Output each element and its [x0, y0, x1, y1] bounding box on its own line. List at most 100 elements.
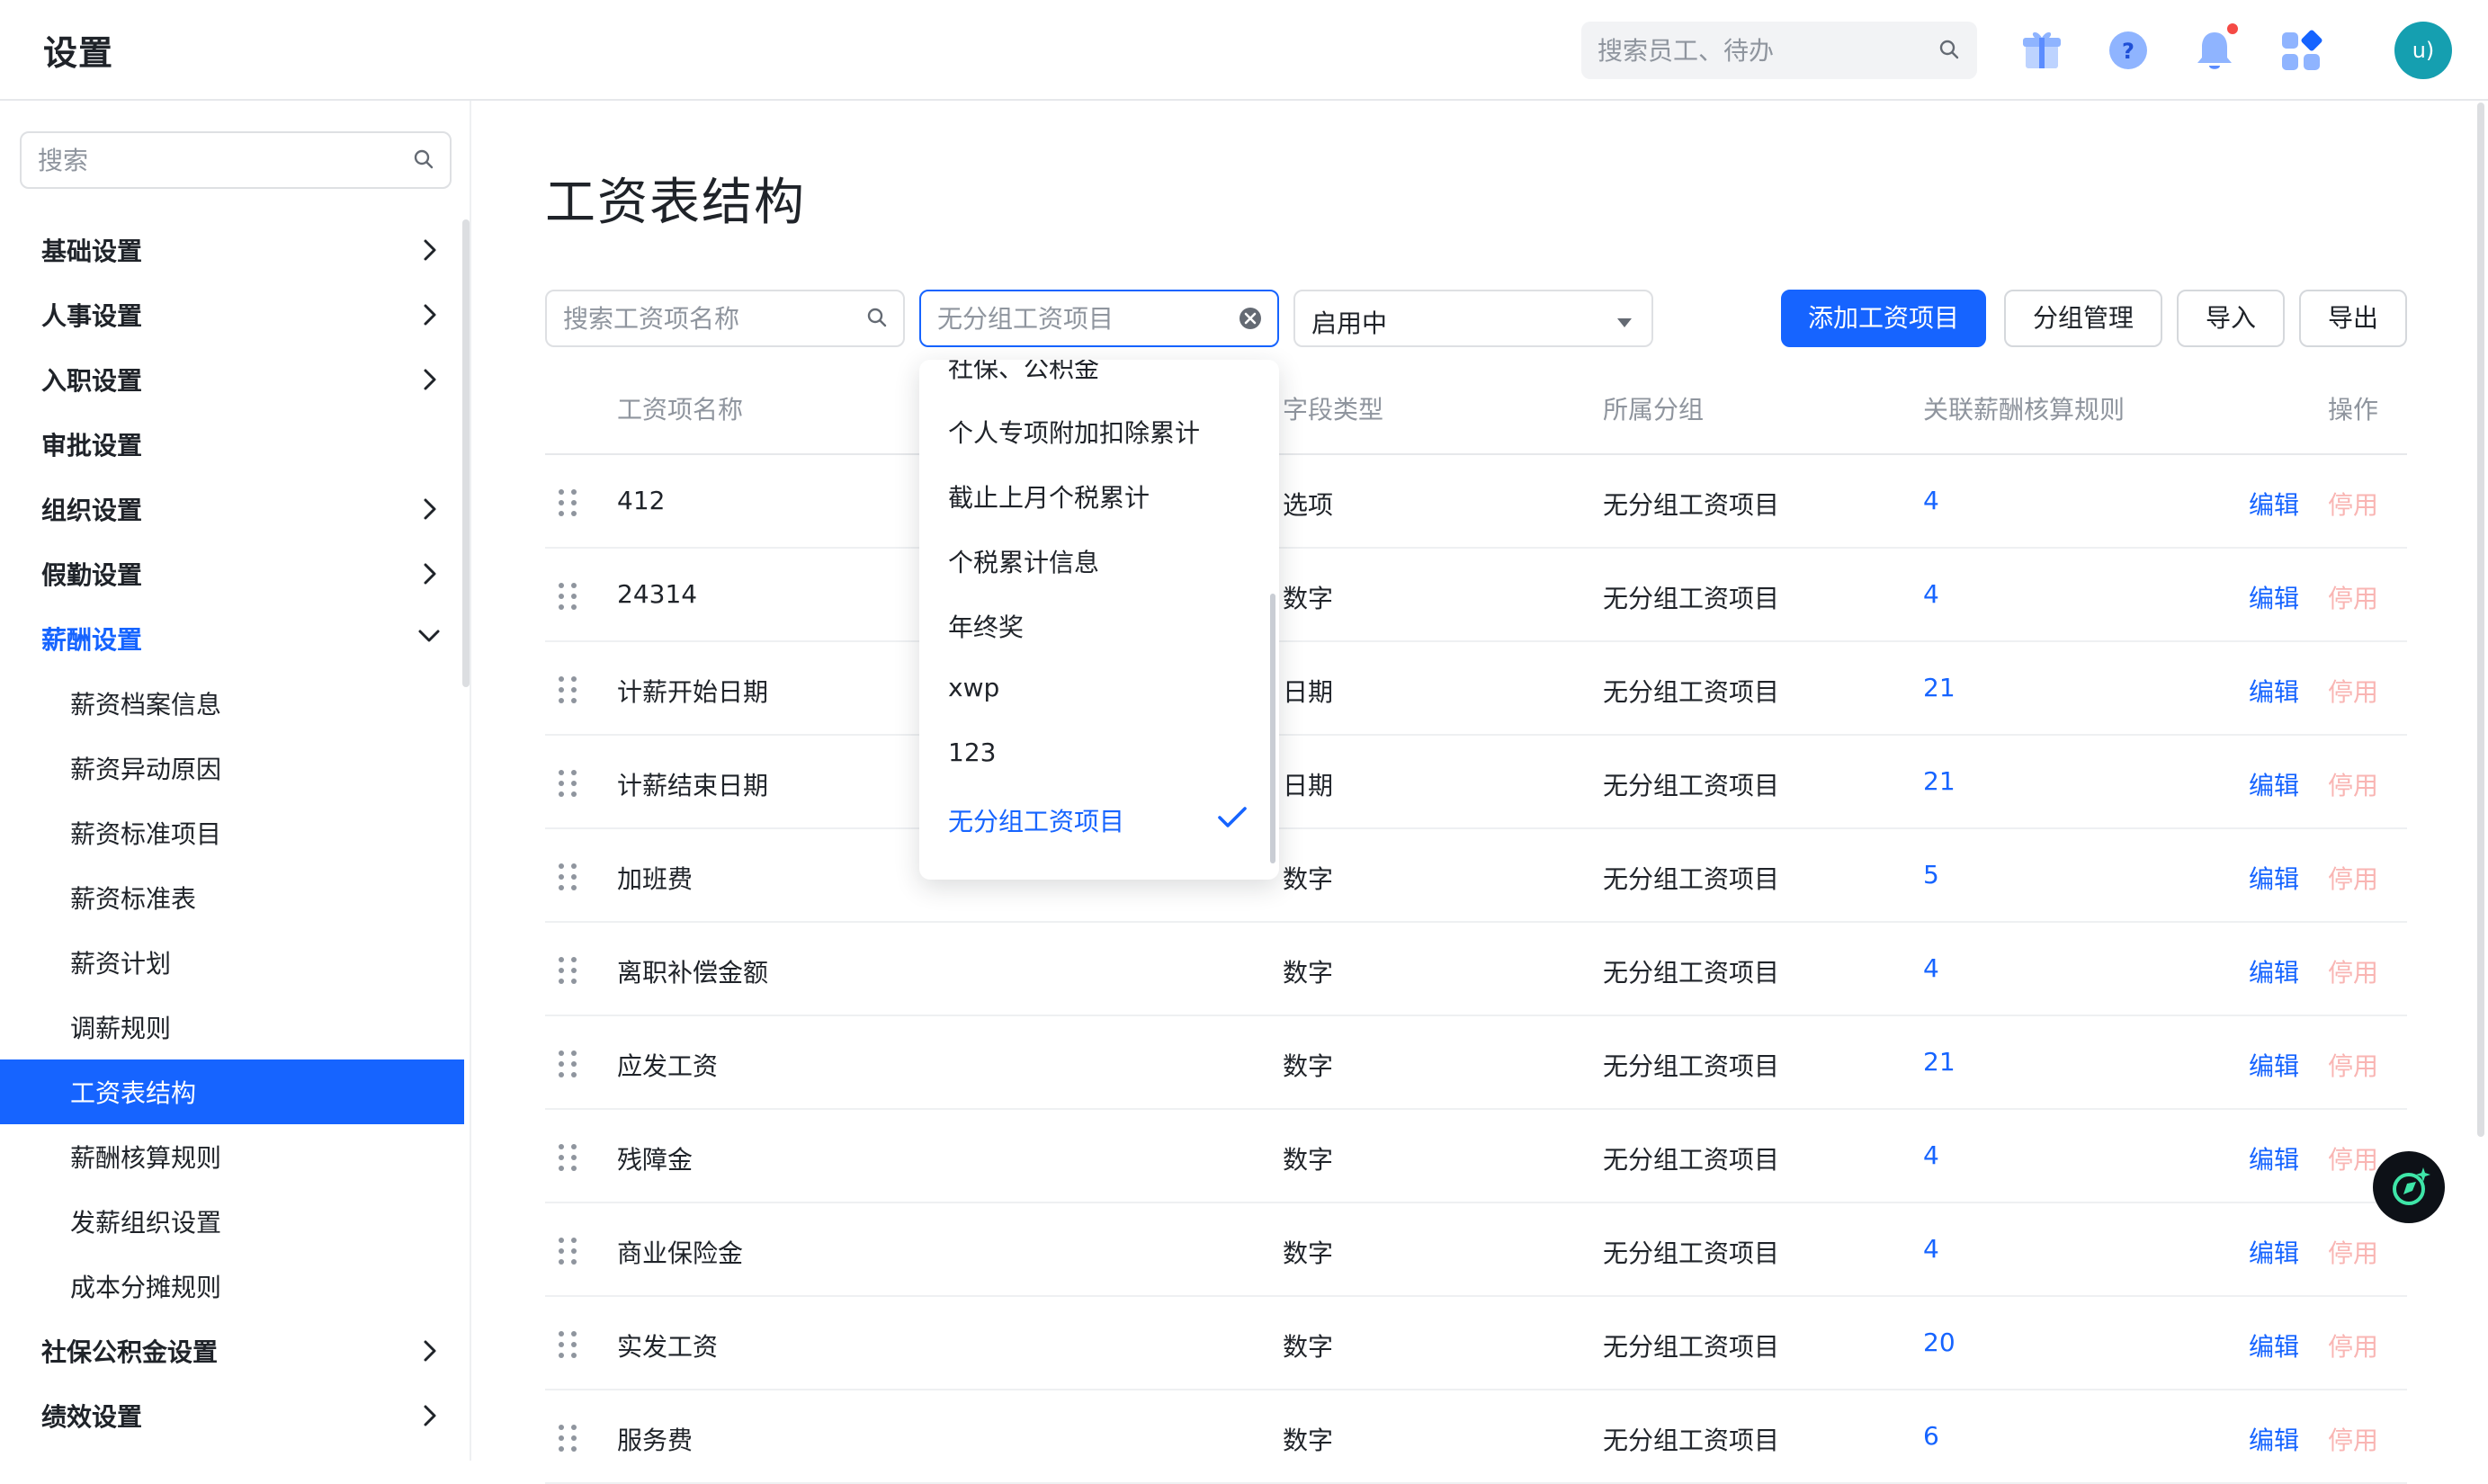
disable-link[interactable]: 停用	[2328, 1328, 2378, 1363]
dropdown-option[interactable]: 年终奖	[919, 592, 1279, 657]
column-header-rules: 关联薪酬核算规则	[1923, 395, 2126, 425]
cell-linked-rules[interactable]: 4	[1923, 486, 1939, 515]
sidebar-item-performance[interactable]: 绩效设置	[0, 1383, 464, 1448]
edit-link[interactable]: 编辑	[2249, 673, 2299, 709]
cell-item-name: 24314	[617, 579, 698, 609]
disable-link[interactable]: 停用	[2328, 860, 2378, 896]
sidebar-item-approval[interactable]: 审批设置	[0, 412, 464, 477]
export-button[interactable]: 导出	[2299, 290, 2407, 347]
global-search[interactable]	[1581, 22, 1977, 79]
global-search-input[interactable]	[1581, 22, 1977, 79]
sidebar-item-onboarding[interactable]: 入职设置	[0, 347, 464, 412]
disable-link[interactable]: 停用	[2328, 1421, 2378, 1457]
sidebar: 基础设置 人事设置 入职设置 审批设置 组织设置 假勤设置 薪酬设置 薪资档案信…	[0, 101, 471, 1461]
sidebar-subitem-cost-allocation[interactable]: 成本分摊规则	[0, 1254, 464, 1319]
dropdown-scrollbar[interactable]	[1270, 594, 1275, 863]
sidebar-subitem-standard-items[interactable]: 薪资标准项目	[0, 800, 464, 865]
dropdown-option-label: 123	[948, 738, 997, 767]
drag-handle-icon[interactable]	[554, 1423, 581, 1457]
sidebar-item-social-security[interactable]: 社保公积金设置	[0, 1319, 464, 1383]
cell-linked-rules[interactable]: 4	[1923, 1140, 1939, 1170]
sidebar-search-input[interactable]	[22, 133, 450, 187]
sidebar-item-leave[interactable]: 假勤设置	[0, 541, 464, 606]
disable-link[interactable]: 停用	[2328, 766, 2378, 802]
avatar[interactable]: u)	[2394, 22, 2452, 79]
import-button[interactable]: 导入	[2177, 290, 2285, 347]
edit-link[interactable]: 编辑	[2249, 860, 2299, 896]
dropdown-option[interactable]: 个人专项附加扣除累计	[919, 398, 1279, 462]
drag-handle-icon[interactable]	[554, 487, 581, 522]
main-scrollbar[interactable]	[2477, 103, 2484, 1137]
edit-link[interactable]: 编辑	[2249, 579, 2299, 615]
disable-link[interactable]: 停用	[2328, 673, 2378, 709]
cell-linked-rules[interactable]: 4	[1923, 953, 1939, 983]
sidebar-subitem-salary-profile[interactable]: 薪资档案信息	[0, 671, 464, 736]
cell-field-type: 数字	[1283, 1332, 1334, 1362]
drag-handle-icon[interactable]	[554, 862, 581, 896]
gift-icon[interactable]	[2020, 27, 2063, 74]
edit-link[interactable]: 编辑	[2249, 486, 2299, 522]
cell-linked-rules[interactable]: 21	[1923, 1047, 1955, 1077]
cell-linked-rules[interactable]: 4	[1923, 1234, 1939, 1264]
sidebar-subitem-calc-rules[interactable]: 薪酬核算规则	[0, 1124, 464, 1189]
edit-link[interactable]: 编辑	[2249, 1047, 2299, 1083]
sidebar-item-compensation[interactable]: 薪酬设置	[0, 606, 464, 671]
add-item-button[interactable]: 添加工资项目	[1781, 290, 1986, 347]
cell-linked-rules[interactable]: 21	[1923, 673, 1955, 702]
disable-link[interactable]: 停用	[2328, 579, 2378, 615]
dropdown-option[interactable]: 截止上月个税累计	[919, 462, 1279, 527]
dropdown-option-selected[interactable]: 无分组工资项目	[919, 786, 1279, 851]
drag-handle-icon[interactable]	[554, 768, 581, 802]
group-manage-button[interactable]: 分组管理	[2004, 290, 2162, 347]
sidebar-subitem-salary-plan[interactable]: 薪资计划	[0, 930, 464, 995]
sidebar-item-basic[interactable]: 基础设置	[0, 218, 464, 282]
cell-group: 无分组工资项目	[1603, 1332, 1780, 1362]
disable-link[interactable]: 停用	[2328, 953, 2378, 989]
help-icon[interactable]: ?	[2107, 27, 2150, 74]
drag-handle-icon[interactable]	[554, 1142, 581, 1176]
disable-link[interactable]: 停用	[2328, 486, 2378, 522]
group-select[interactable]	[919, 290, 1279, 347]
disable-link[interactable]: 停用	[2328, 1047, 2378, 1083]
sidebar-item-hr[interactable]: 人事设置	[0, 282, 464, 347]
cell-linked-rules[interactable]: 5	[1923, 860, 1939, 890]
sidebar-search[interactable]	[20, 131, 452, 189]
item-name-search-input[interactable]	[547, 291, 903, 345]
dropdown-option[interactable]: 个税累计信息	[919, 527, 1279, 592]
drag-handle-icon[interactable]	[554, 1329, 581, 1363]
edit-link[interactable]: 编辑	[2249, 1421, 2299, 1457]
cell-linked-rules[interactable]: 20	[1923, 1328, 1955, 1357]
drag-handle-icon[interactable]	[554, 581, 581, 615]
sidebar-subitem-standard-table[interactable]: 薪资标准表	[0, 865, 464, 930]
disable-link[interactable]: 停用	[2328, 1234, 2378, 1270]
sidebar-item-organization[interactable]: 组织设置	[0, 477, 464, 541]
drag-handle-icon[interactable]	[554, 955, 581, 989]
ai-assistant-button[interactable]	[2373, 1151, 2445, 1223]
item-name-search[interactable]	[545, 290, 905, 347]
sidebar-subitem-payroll-structure[interactable]: 工资表结构	[0, 1059, 464, 1124]
edit-link[interactable]: 编辑	[2249, 1140, 2299, 1176]
drag-handle-icon[interactable]	[554, 1236, 581, 1270]
edit-link[interactable]: 编辑	[2249, 766, 2299, 802]
bell-icon[interactable]	[2193, 22, 2240, 74]
cell-linked-rules[interactable]: 4	[1923, 579, 1939, 609]
disable-link[interactable]: 停用	[2328, 1140, 2378, 1176]
drag-handle-icon[interactable]	[554, 675, 581, 709]
sidebar-subitem-pay-org[interactable]: 发薪组织设置	[0, 1189, 464, 1254]
status-select[interactable]: 启用中	[1293, 290, 1653, 347]
dropdown-option[interactable]: xwp	[919, 657, 1279, 721]
edit-link[interactable]: 编辑	[2249, 1234, 2299, 1270]
clear-icon[interactable]	[1238, 306, 1263, 335]
dropdown-option[interactable]: 社保、公积金	[919, 360, 1279, 398]
sidebar-subitem-change-reason[interactable]: 薪资异动原因	[0, 736, 464, 800]
group-select-input[interactable]	[921, 291, 1277, 345]
dropdown-option[interactable]: 123	[919, 721, 1279, 786]
edit-link[interactable]: 编辑	[2249, 1328, 2299, 1363]
cell-linked-rules[interactable]: 6	[1923, 1421, 1939, 1451]
sidebar-subitem-adjust-rules[interactable]: 调薪规则	[0, 995, 464, 1059]
apps-icon[interactable]	[2279, 27, 2322, 74]
cell-linked-rules[interactable]: 21	[1923, 766, 1955, 796]
cell-item-name: 残障金	[617, 1145, 694, 1175]
drag-handle-icon[interactable]	[554, 1049, 581, 1083]
edit-link[interactable]: 编辑	[2249, 953, 2299, 989]
